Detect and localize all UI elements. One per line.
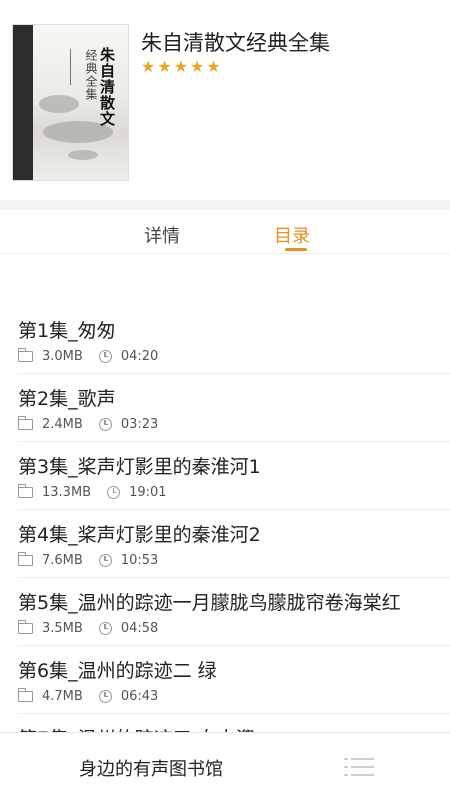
episode-duration: 06:43 [120, 688, 159, 704]
episode-duration: 19:01 [129, 484, 167, 500]
episode-size: 3.5MB [42, 620, 83, 636]
cover-decor-lines [70, 49, 76, 85]
tab-catalog[interactable]: 目录 [274, 222, 310, 248]
episode-meta: 3.5MB 04:58 [17, 619, 159, 636]
episode-size: 13.3MB [42, 484, 92, 500]
episode-item[interactable]: 第1集_匆匆 3.0MB 04:20 [17, 306, 450, 374]
folder-icon [17, 551, 33, 566]
episode-title: 第2集_歌声 [18, 388, 116, 410]
episode-meta: 4.7MB 06:43 [17, 687, 159, 704]
episode-size: 7.6MB [42, 552, 83, 568]
episode-list[interactable]: 第1集_匆匆 3.0MB 04:20 第2集_歌声 2.4MB 03:23 第3集_桨声灯影… [0, 306, 450, 732]
episode-title: 第7集_温州的踪迹三 白水漈 [18, 724, 255, 732]
library-link[interactable]: 身边的有声图书馆 [79, 755, 223, 781]
clock-icon [98, 417, 112, 431]
episode-item[interactable]: 第6集_温州的踪迹二 绿 4.7MB 06:43 [17, 646, 450, 714]
tab-details[interactable]: 详情 [144, 222, 180, 248]
folder-icon [17, 347, 33, 362]
star-icon: ★ [206, 57, 221, 76]
clock-icon [98, 349, 112, 363]
book-header: 经典全集 朱自清散文 朱自清散文经典全集 ★ ★ ★ ★ ★ [0, 0, 450, 200]
section-divider [0, 200, 450, 210]
clock-icon [98, 621, 112, 635]
episode-item[interactable]: 第3集_桨声灯影里的秦淮河1 13.3MB 19:01 [17, 442, 450, 510]
episode-item[interactable]: 第7集_温州的踪迹三 白水漈 [18, 714, 450, 732]
episode-size: 2.4MB [42, 416, 83, 432]
episode-size: 3.0MB [42, 348, 83, 364]
book-title: 朱自清散文经典全集 [141, 31, 330, 55]
episode-duration: 04:58 [120, 620, 159, 636]
episode-title: 第5集_温州的踪迹一月朦胧鸟朦胧帘卷海棠红 [18, 592, 401, 614]
cover-ink-splash [68, 150, 98, 160]
episode-duration: 03:23 [120, 416, 159, 432]
episode-size: 4.7MB [42, 688, 83, 704]
folder-icon [17, 415, 33, 430]
folder-icon [17, 483, 33, 498]
star-icon: ★ [173, 57, 189, 76]
episode-title: 第3集_桨声灯影里的秦淮河1 [18, 456, 261, 478]
episode-meta: 3.0MB 04:20 [17, 347, 159, 364]
episode-meta: 13.3MB 19:01 [17, 483, 167, 500]
clock-icon [98, 689, 112, 703]
star-icon: ★ [141, 57, 156, 76]
episode-title: 第1集_匆匆 [18, 320, 116, 342]
episode-item[interactable]: 第5集_温州的踪迹一月朦胧鸟朦胧帘卷海棠红 3.5MB 04:58 [17, 578, 450, 646]
bottom-bar: 身边的有声图书馆 [0, 732, 450, 800]
episode-title: 第4集_桨声灯影里的秦淮河2 [18, 524, 261, 546]
folder-icon [17, 619, 33, 634]
clock-icon [107, 485, 121, 499]
cover-title: 朱自清散文 [98, 47, 116, 127]
episode-title: 第6集_温州的踪迹二 绿 [18, 660, 217, 682]
episode-duration: 10:53 [120, 552, 159, 568]
episode-meta: 2.4MB 03:23 [17, 415, 159, 432]
active-tab-indicator [285, 248, 307, 251]
book-cover-image[interactable]: 经典全集 朱自清散文 [12, 24, 129, 181]
star-icon: ★ [190, 57, 205, 76]
cover-spine [13, 25, 33, 180]
star-icon: ★ [157, 57, 172, 76]
folder-icon [17, 687, 33, 702]
episode-duration: 04:20 [120, 348, 159, 364]
episode-item[interactable]: 第4集_桨声灯影里的秦淮河2 7.6MB 10:53 [17, 510, 450, 578]
episode-meta: 7.6MB 10:53 [17, 551, 159, 568]
cover-ink-splash [39, 95, 79, 113]
clock-icon [98, 553, 112, 567]
rating-stars: ★ ★ ★ ★ ★ [141, 58, 221, 76]
tab-bar: 详情 目录 [0, 210, 450, 254]
list-menu-icon[interactable] [344, 754, 374, 780]
episode-item[interactable]: 第2集_歌声 2.4MB 03:23 [17, 374, 450, 442]
